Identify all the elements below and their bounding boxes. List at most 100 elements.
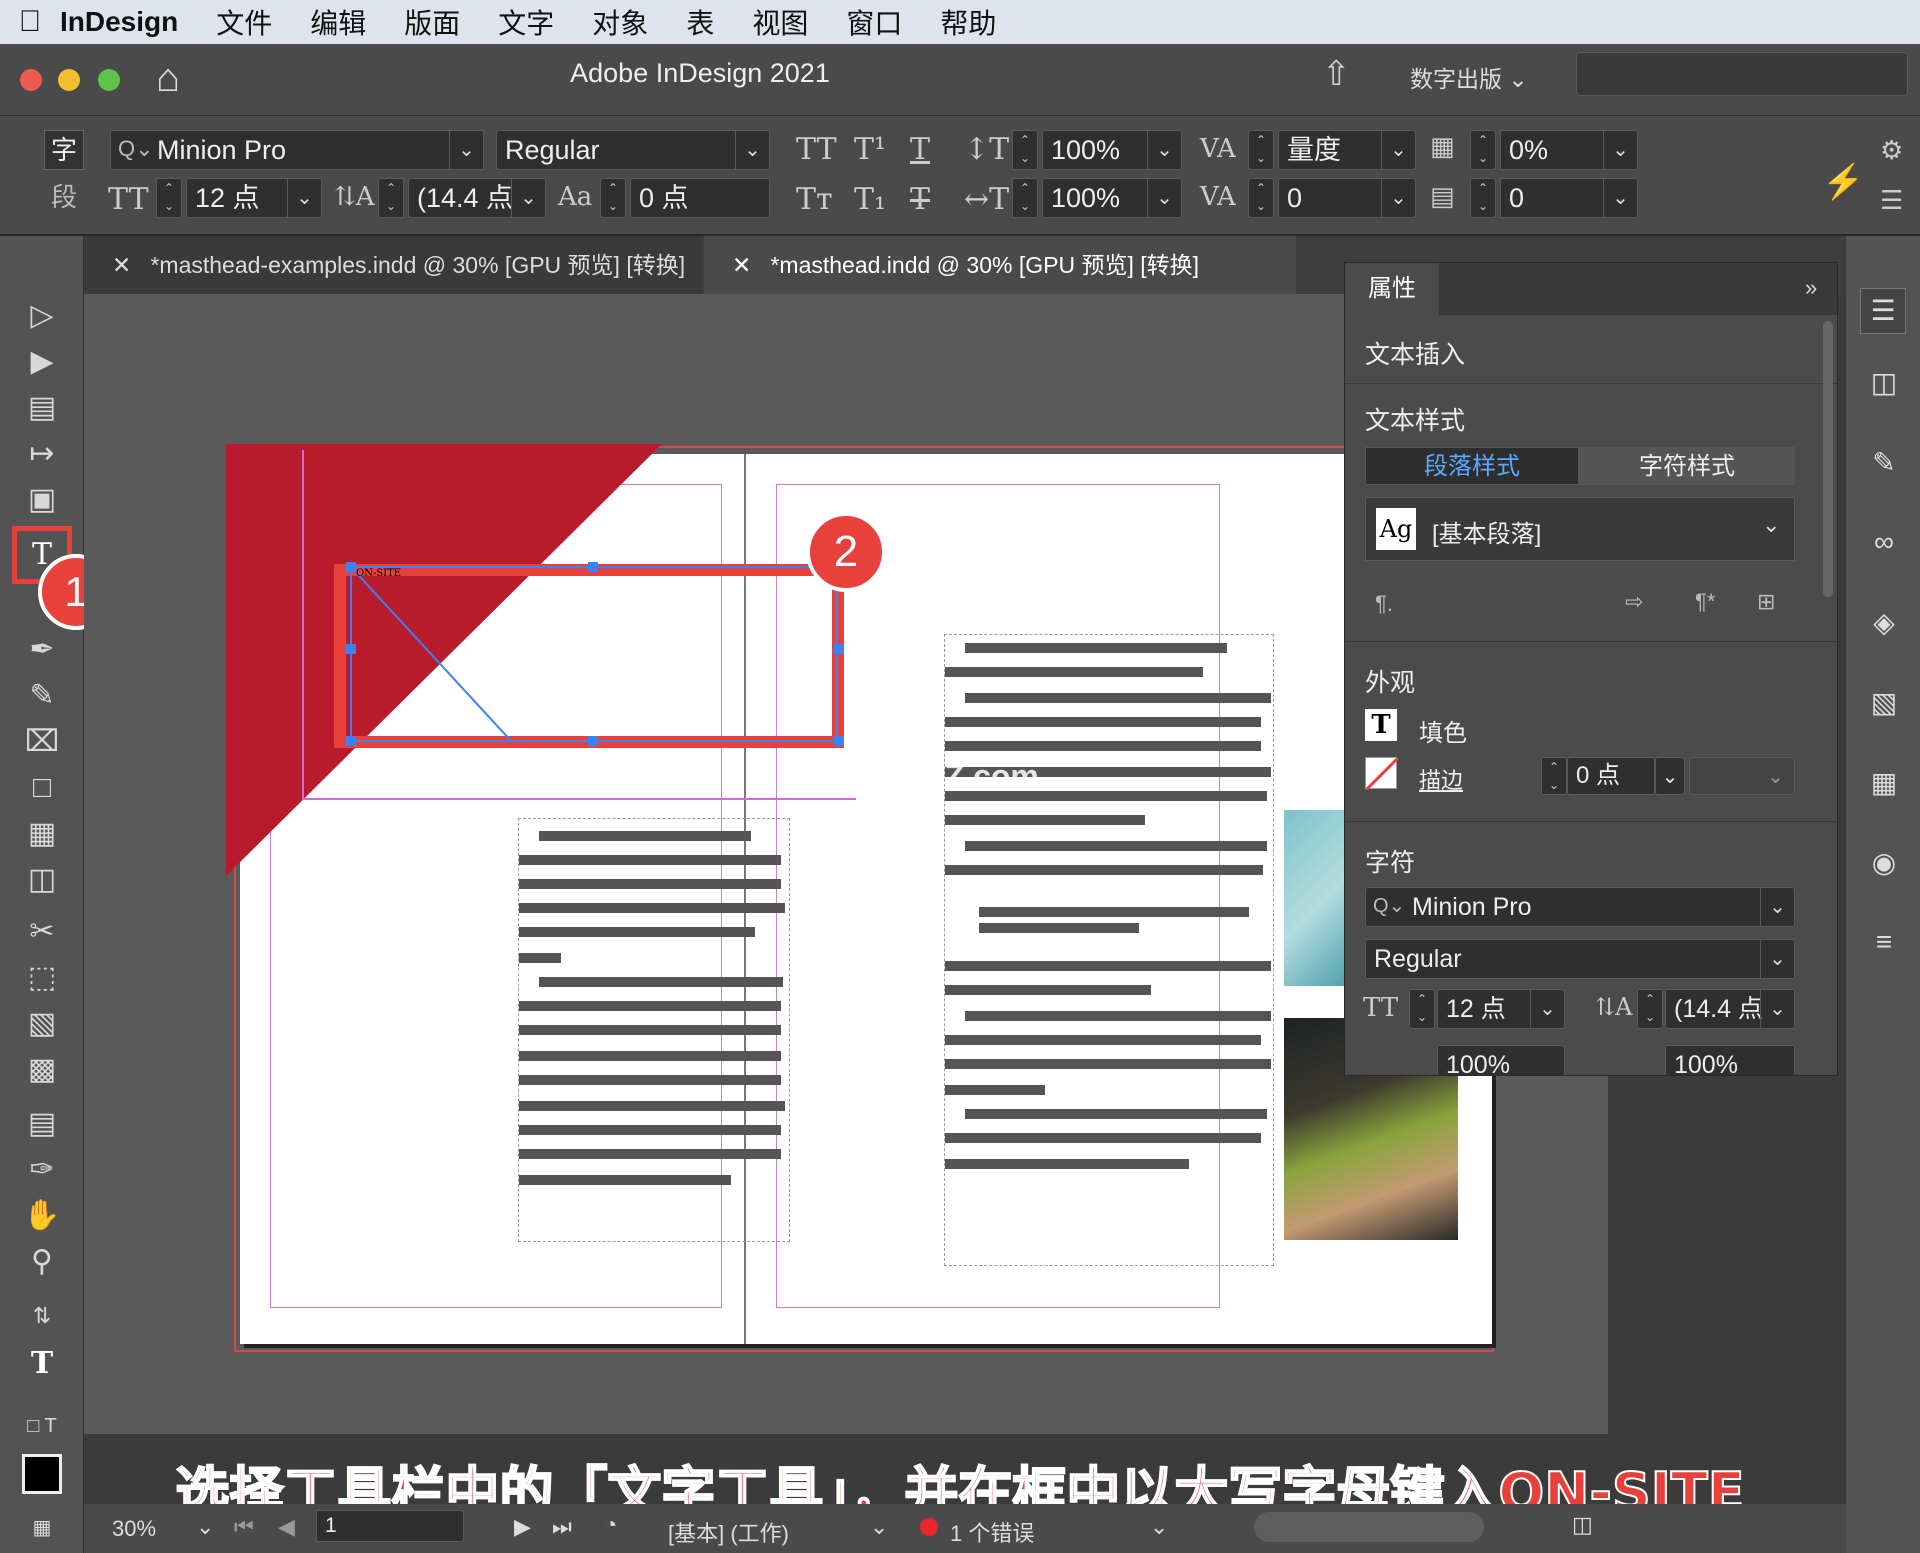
error-count[interactable]: 1 个错误	[950, 1516, 1034, 1548]
new-style-icon[interactable]: ⊞	[1757, 589, 1775, 615]
stroke-weight-stepper[interactable]: ⌃ ⌄	[1541, 757, 1567, 795]
chevron-down-icon[interactable]: ⌄	[1760, 888, 1794, 926]
content-collector-icon[interactable]: ▣	[18, 480, 66, 520]
zoom-tool-icon[interactable]: ⚲	[18, 1242, 66, 1282]
color-panel-icon[interactable]: ◉	[1866, 846, 1902, 882]
first-page-icon[interactable]: ⏮	[234, 1514, 254, 1540]
stroke-type-dropdown[interactable]: ⌄	[1689, 757, 1795, 795]
skew-stepper[interactable]: ⌃ ⌄	[1470, 130, 1496, 170]
apple-icon[interactable]: 	[0, 5, 60, 39]
stroke-weight-field[interactable]: 0 点	[1567, 757, 1655, 795]
swatches-panel-icon[interactable]: ▦	[1866, 766, 1902, 802]
resize-handle[interactable]	[834, 644, 844, 654]
tab-properties[interactable]: 属性	[1345, 263, 1439, 315]
resize-handle[interactable]	[346, 736, 356, 746]
search-input[interactable]	[1576, 52, 1908, 96]
formatting-affects-text-icon[interactable]: □ T	[18, 1406, 66, 1446]
previous-page-icon[interactable]: ◀	[278, 1514, 295, 1540]
gap-tool-icon[interactable]: ↦	[18, 434, 66, 474]
gradient-panel-icon[interactable]: ▧	[1866, 686, 1902, 722]
pen-tool-icon[interactable]: ✒	[18, 630, 66, 670]
chevron-down-icon[interactable]: ⌄	[1147, 131, 1181, 169]
pages-panel-icon[interactable]: ◫	[1866, 366, 1902, 402]
superscript-icon[interactable]: T¹	[854, 132, 886, 167]
menu-edit[interactable]: 编辑	[310, 2, 366, 42]
panel-menu-icon[interactable]: ☰	[1880, 186, 1903, 216]
paragraph-style-dropdown[interactable]: Ag [基本段落] ⌄	[1365, 497, 1795, 561]
font-style-field[interactable]: Regular ⌄	[496, 130, 770, 170]
preflight-profile[interactable]: [基本] (工作)	[668, 1516, 789, 1548]
table-tool-icon[interactable]: ▦	[18, 814, 66, 854]
gear-icon[interactable]: ⚙	[1880, 136, 1903, 166]
kerning-stepper[interactable]: ⌃ ⌄	[1248, 130, 1274, 170]
chevron-down-icon[interactable]: ⌄	[1762, 512, 1780, 538]
skew-field[interactable]: 0% ⌄	[1500, 130, 1638, 170]
resize-handle[interactable]	[346, 562, 356, 572]
more-panels-icon[interactable]: ≡	[1866, 926, 1902, 962]
panel-scrollbar[interactable]	[1823, 321, 1833, 597]
resize-handle[interactable]	[588, 736, 598, 746]
resize-handle[interactable]	[588, 562, 598, 572]
menu-window[interactable]: 窗口	[846, 2, 902, 42]
chevron-down-icon[interactable]: ⌄	[1381, 179, 1415, 217]
tab-character-styles[interactable]: 字符样式	[1579, 447, 1795, 485]
menu-help[interactable]: 帮助	[940, 2, 996, 42]
all-caps-icon[interactable]: TT	[796, 132, 837, 167]
chevron-down-icon[interactable]: ⌄	[449, 131, 483, 169]
menu-table[interactable]: 表	[686, 2, 714, 42]
menu-app-name[interactable]: InDesign	[60, 6, 178, 38]
chevron-down-icon[interactable]: ⌄	[1655, 757, 1685, 795]
chevron-down-icon[interactable]: ⌄	[1603, 131, 1637, 169]
links-panel-icon[interactable]: ∞	[1866, 526, 1902, 562]
character-mode-button[interactable]: 字	[44, 130, 84, 170]
hand-tool-icon[interactable]: ✋	[18, 1196, 66, 1236]
stroke-swatch-icon[interactable]	[1364, 756, 1400, 792]
menu-file[interactable]: 文件	[216, 2, 272, 42]
split-layout-icon[interactable]: ◫	[1572, 1512, 1593, 1538]
leading-field[interactable]: (14.4 点 ⌄	[408, 178, 546, 218]
panel-collapse-icon[interactable]: »	[1805, 275, 1817, 301]
menu-type[interactable]: 文字	[498, 2, 554, 42]
char-rotate-field[interactable]: 0 ⌄	[1500, 178, 1638, 218]
chevron-down-icon[interactable]: ⌄	[511, 179, 545, 217]
chevron-down-icon[interactable]: ⌄	[870, 1514, 888, 1540]
gradient-feather-tool-icon[interactable]: ▩	[18, 1050, 66, 1090]
close-icon[interactable]: ✕	[112, 252, 131, 278]
leading-stepper[interactable]: ⌃ ⌄	[378, 178, 404, 218]
resize-handle[interactable]	[834, 736, 844, 746]
chevron-down-icon[interactable]: ⌄	[1530, 990, 1564, 1028]
last-page-icon[interactable]: ⏭	[552, 1514, 572, 1540]
fill-swatch-icon[interactable]: T	[1365, 709, 1397, 741]
rectangle-tool-icon[interactable]: □	[18, 768, 66, 808]
kerning-field[interactable]: 量度 ⌄	[1278, 130, 1416, 170]
chevron-down-icon[interactable]: ⌄	[1147, 179, 1181, 217]
share-icon[interactable]: ⇧	[1322, 54, 1351, 94]
horizontal-scale-field[interactable]: 100% ⌄	[1042, 178, 1182, 218]
rotate-stepper[interactable]: ⌃ ⌄	[1470, 178, 1496, 218]
font-family-field[interactable]: Minion Pro ⌄	[110, 130, 484, 170]
scissors-tool-icon[interactable]: ✂	[18, 912, 66, 952]
panel-font-style-field[interactable]: Regular ⌄	[1365, 939, 1795, 979]
tab-masthead-examples[interactable]: ✕ *masthead-examples.indd @ 30% [GPU 预览]…	[84, 236, 702, 294]
vscale-stepper[interactable]: ⌃ ⌄	[1012, 130, 1038, 170]
menu-layout[interactable]: 版面	[404, 2, 460, 42]
fill-stroke-icon[interactable]: T	[18, 1344, 66, 1384]
tab-paragraph-styles[interactable]: 段落样式	[1365, 447, 1579, 485]
panel-leading-stepper[interactable]: ⌃ ⌄	[1637, 989, 1663, 1029]
next-page-icon[interactable]: ▶	[514, 1514, 531, 1540]
baseline-field[interactable]: 0 点	[630, 178, 770, 218]
menu-view[interactable]: 视图	[752, 2, 808, 42]
chevron-down-icon[interactable]: ⌄	[287, 179, 321, 217]
chevron-down-icon[interactable]: ⌄	[1603, 179, 1637, 217]
vertical-scale-field[interactable]: 100% ⌄	[1042, 130, 1182, 170]
close-icon[interactable]: ✕	[732, 252, 751, 278]
strikethrough-icon[interactable]: T	[910, 182, 930, 217]
menu-object[interactable]: 对象	[592, 2, 648, 42]
page-tool-icon[interactable]: ▤	[18, 388, 66, 428]
note-tool-icon[interactable]: ▤	[18, 1104, 66, 1144]
preflight-profile-icon[interactable]: ◔	[604, 1512, 617, 1538]
tab-masthead[interactable]: ✕ *masthead.indd @ 30% [GPU 预览] [转换]	[704, 236, 1296, 294]
chevron-down-icon[interactable]: ⌄	[196, 1514, 214, 1540]
gradient-swatch-tool-icon[interactable]: ▧	[18, 1004, 66, 1044]
tracking-stepper[interactable]: ⌃ ⌄	[1248, 178, 1274, 218]
